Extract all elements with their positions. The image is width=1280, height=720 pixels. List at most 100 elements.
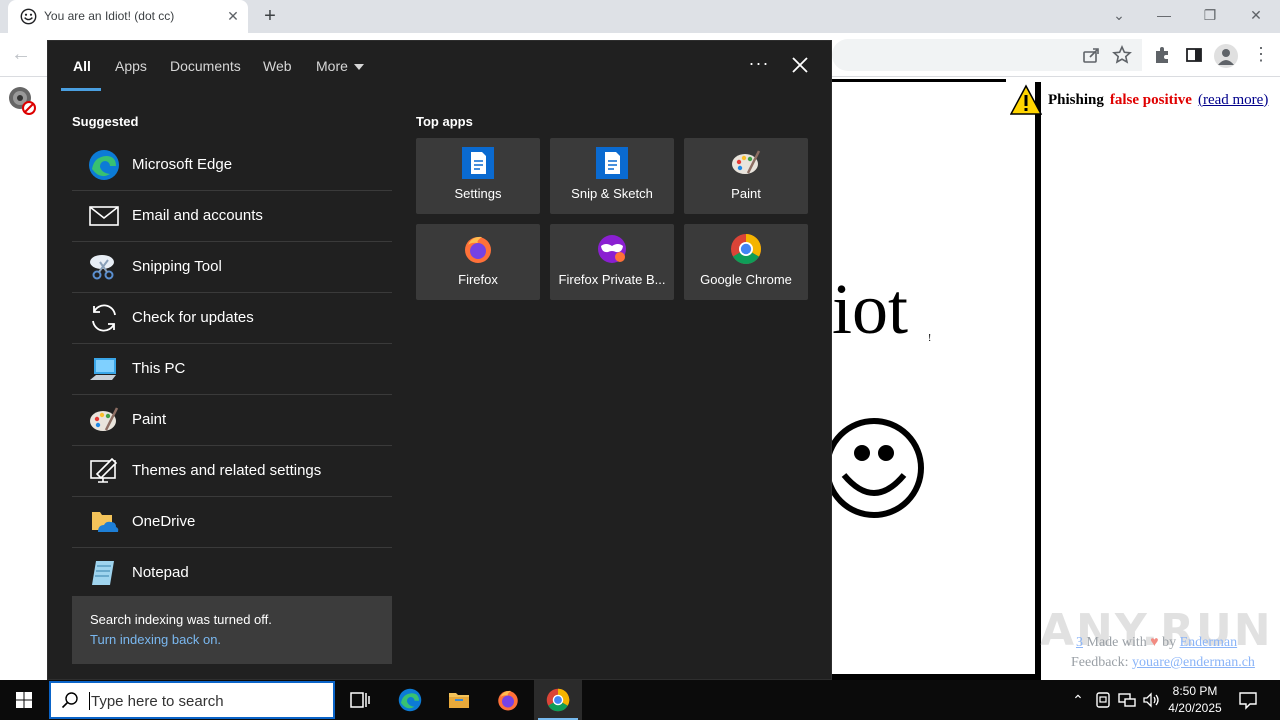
suggested-label-snipping: Snipping Tool [132,258,222,275]
minimize-icon[interactable]: — [1150,4,1178,26]
task-view-icon [350,692,370,708]
author-link[interactable]: Enderman [1180,635,1238,650]
warning-icon [1010,84,1042,115]
new-tab-button[interactable]: + [258,5,282,29]
notification-icon[interactable] [1236,688,1260,712]
top-app-firefox[interactable]: Firefox [416,224,540,300]
caret-down-icon [353,64,364,71]
tray-chevron-up-icon[interactable]: ⌃ [1068,690,1088,710]
suggested-item-paint[interactable]: Paint [72,395,392,446]
taskbar-chrome[interactable] [534,680,582,720]
volume-icon[interactable] [1141,690,1161,710]
made-with-text: Made with [1086,635,1147,650]
extensions-puzzle-icon[interactable] [1151,44,1173,66]
task-view-button[interactable] [336,680,384,720]
top-app-snip-sketch[interactable]: Snip & Sketch [550,138,674,214]
tab-apps[interactable]: Apps [115,58,147,74]
taskbar-edge[interactable] [386,680,434,720]
tray-device-icon[interactable] [1093,690,1113,710]
tab-more-label: More [316,58,348,74]
bookmark-star-icon[interactable] [1111,44,1133,66]
close-tab-icon[interactable]: ✕ [224,7,242,25]
phishing-notice: Phishing false positive (read more) [1010,83,1268,117]
browser-menu-icon[interactable]: ⋮ [1250,44,1272,66]
chrome-icon [546,688,570,712]
share-icon[interactable] [1080,44,1102,66]
network-icon[interactable] [1117,690,1137,710]
top-app-paint[interactable]: Paint [684,138,808,214]
windows-logo-icon [16,692,32,708]
tab-all[interactable]: All [73,58,91,74]
indexing-notice-text: Search indexing was turned off. [90,612,272,627]
top-app-settings[interactable]: Settings [416,138,540,214]
suggested-heading: Suggested [72,114,139,129]
scissors-icon [90,255,114,280]
suggested-list: Microsoft Edge Email and accounts Snippi… [72,140,392,599]
footer-left-link[interactable]: 3 [1076,635,1083,650]
firefox-icon [465,236,491,263]
suggested-item-thispc[interactable]: This PC [72,344,392,395]
suggested-item-edge[interactable]: Microsoft Edge [72,140,392,191]
suggested-item-snipping[interactable]: Snipping Tool [72,242,392,293]
feedback-label: Feedback: [1071,655,1129,670]
close-icon[interactable] [788,53,812,77]
taskbar-firefox[interactable] [484,680,532,720]
suggested-label-themes: Themes and related settings [132,462,322,479]
read-more-link[interactable]: (read more) [1198,92,1268,109]
paint-palette-icon [90,407,119,431]
clock-time: 8:50 PM [1172,684,1218,698]
firefox-icon [498,690,518,711]
taskbar-search-box[interactable]: Type here to search [49,681,335,719]
smiley-favicon-icon [20,8,37,25]
tab-documents[interactable]: Documents [170,58,241,74]
tab-web[interactable]: Web [263,58,292,74]
firefox-private-icon [598,235,626,263]
by-text: by [1162,635,1177,650]
ellipsis-icon[interactable]: ··· [748,53,770,77]
suggested-label-email: Email and accounts [132,207,263,224]
taskbar-file-explorer[interactable] [435,680,483,720]
browser-tab[interactable]: You are an Idiot! (dot cc) ✕ [8,0,248,33]
suggested-label-notepad: Notepad [132,564,189,581]
turn-indexing-on-link[interactable]: Turn indexing back on. [90,632,221,647]
top-apps-heading: Top apps [416,114,473,129]
top-app-label-firefox: Firefox [458,272,498,287]
text-cursor [89,692,90,710]
suggested-item-email[interactable]: Email and accounts [72,191,392,242]
suggested-item-notepad[interactable]: Notepad [72,548,392,599]
folder-icon [449,693,469,708]
indexing-notice: Search indexing was turned off. Turn ind… [72,596,392,664]
tab-title: You are an Idiot! (dot cc) [44,9,175,23]
top-app-label-snip-sketch: Snip & Sketch [571,186,653,201]
top-app-label-chrome: Google Chrome [700,272,792,287]
clock-date: 4/20/2025 [1168,701,1222,715]
person-icon [1218,49,1234,65]
profile-avatar[interactable] [1214,44,1238,68]
search-placeholder: Type here to search [91,693,224,710]
tab-search-icon[interactable]: ⌄ [1105,4,1133,26]
suggested-item-themes[interactable]: Themes and related settings [72,446,392,497]
suggested-label-onedrive: OneDrive [132,513,196,530]
restore-icon[interactable]: ❐ [1196,4,1224,26]
back-arrow-icon[interactable]: ← [8,43,34,67]
window-close-icon[interactable]: ✕ [1242,4,1270,26]
top-app-firefox-private[interactable]: Firefox Private B... [550,224,674,300]
system-clock[interactable]: 8:50 PM 4/20/2025 [1160,683,1230,717]
side-panel-icon[interactable] [1183,44,1205,66]
suggested-item-onedrive[interactable]: OneDrive [72,497,392,548]
false-positive-label: false positive [1109,91,1192,108]
onedrive-icon [92,512,119,532]
paint-palette-icon [732,150,761,174]
start-button[interactable] [0,680,48,720]
edge-icon [398,688,422,712]
themes-icon [90,457,118,483]
edge-icon [89,150,119,180]
suggested-item-updates[interactable]: Check for updates [72,293,392,344]
tab-more[interactable]: More [316,58,364,74]
mail-icon [89,206,119,226]
speaker-muted-icon[interactable] [6,84,38,116]
windows-search-panel: All Apps Documents Web More ··· Suggeste… [47,40,832,680]
computer-icon [90,358,116,380]
top-app-chrome[interactable]: Google Chrome [684,224,808,300]
feedback-email-link[interactable]: youare@enderman.ch [1132,655,1255,670]
